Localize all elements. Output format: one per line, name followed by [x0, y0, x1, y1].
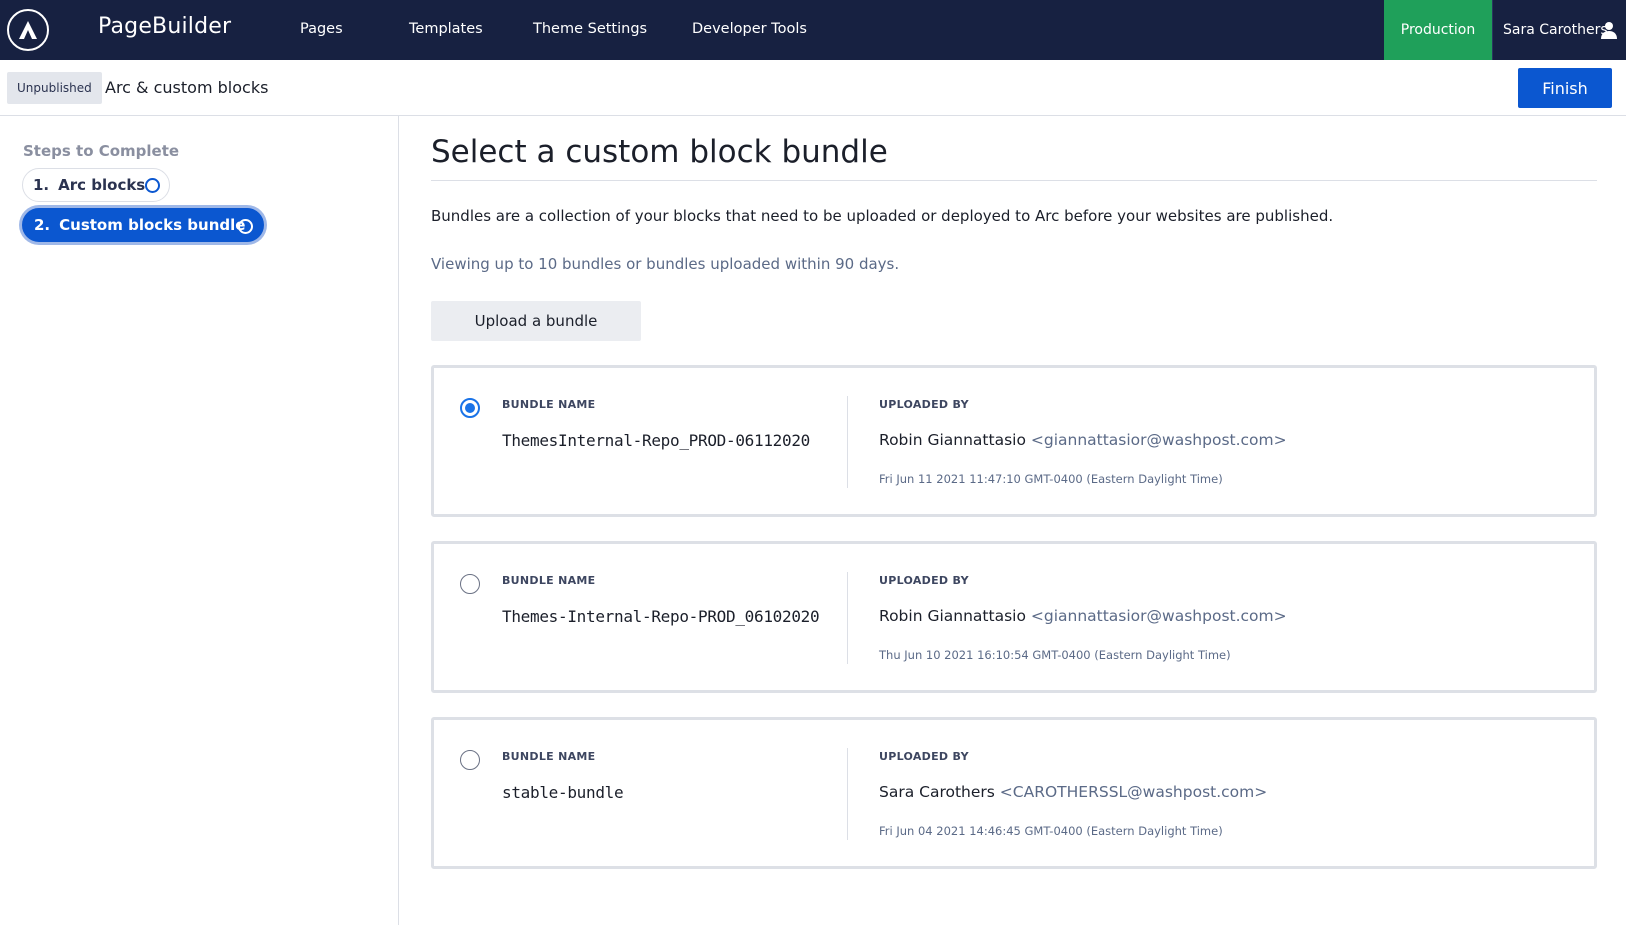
uploaded-by-label: UPLOADED BY — [879, 398, 969, 411]
uploader-email: <giannattasior@washpost.com> — [1030, 607, 1287, 625]
bundle-radio[interactable] — [460, 750, 480, 770]
bundle-card[interactable]: BUNDLE NAME stable-bundle UPLOADED BY Sa… — [431, 717, 1597, 869]
top-nav: PageBuilder Pages Templates Theme Settin… — [0, 0, 1626, 60]
step-arc-blocks[interactable]: 1. Arc blocks — [22, 168, 170, 202]
bundle-name: Themes-Internal-Repo-PROD_06102020 — [502, 607, 820, 626]
uploader-name: Sara Carothers — [879, 783, 995, 801]
step-status-icon — [238, 219, 253, 234]
uploader: Sara Carothers <CAROTHERSSL@washpost.com… — [879, 783, 1267, 801]
card-divider — [847, 748, 848, 840]
step-number: 1. — [33, 176, 50, 194]
uploader: Robin Giannattasio <giannattasior@washpo… — [879, 607, 1287, 625]
step-label: Arc blocks — [58, 176, 146, 194]
uploader-name: Robin Giannattasio — [879, 607, 1026, 625]
finish-button[interactable]: Finish — [1518, 68, 1612, 108]
app-title: PageBuilder — [98, 14, 232, 39]
upload-timestamp: Fri Jun 11 2021 11:47:10 GMT-0400 (Easte… — [879, 472, 1223, 486]
environment-badge[interactable]: Production — [1384, 0, 1492, 60]
status-badge: Unpublished — [7, 72, 102, 104]
upload-timestamp: Thu Jun 10 2021 16:10:54 GMT-0400 (Easte… — [879, 648, 1231, 662]
upload-timestamp: Fri Jun 04 2021 14:46:45 GMT-0400 (Easte… — [879, 824, 1223, 838]
arc-logo-icon[interactable] — [7, 9, 49, 51]
page-name: Arc & custom blocks — [105, 78, 269, 97]
steps-sidebar: Steps to Complete 1. Arc blocks 2. Custo… — [0, 116, 399, 925]
page-title: Select a custom block bundle — [431, 134, 888, 170]
bundle-radio[interactable] — [460, 574, 480, 594]
step-number: 2. — [34, 216, 51, 234]
nav-item-developer-tools[interactable]: Developer Tools — [692, 21, 807, 37]
bundle-name-label: BUNDLE NAME — [502, 398, 596, 411]
user-icon — [1601, 22, 1617, 39]
uploader-name: Robin Giannattasio — [879, 431, 1026, 449]
bundle-name-label: BUNDLE NAME — [502, 750, 596, 763]
step-custom-blocks-bundle[interactable]: 2. Custom blocks bundle — [22, 208, 264, 242]
steps-title: Steps to Complete — [23, 142, 180, 160]
upload-bundle-button[interactable]: Upload a bundle — [431, 301, 641, 341]
uploader-email: <giannattasior@washpost.com> — [1030, 431, 1287, 449]
card-divider — [847, 572, 848, 664]
bundle-radio[interactable] — [460, 398, 480, 418]
uploaded-by-label: UPLOADED BY — [879, 574, 969, 587]
uploader: Robin Giannattasio <giannattasior@washpo… — [879, 431, 1287, 449]
nav-item-theme-settings[interactable]: Theme Settings — [533, 21, 647, 37]
bundle-card[interactable]: BUNDLE NAME ThemesInternal-Repo_PROD-061… — [431, 365, 1597, 517]
bundle-name: ThemesInternal-Repo_PROD-06112020 — [502, 431, 810, 450]
card-divider — [847, 396, 848, 488]
nav-item-pages[interactable]: Pages — [300, 21, 343, 37]
uploaded-by-label: UPLOADED BY — [879, 750, 969, 763]
description: Bundles are a collection of your blocks … — [431, 207, 1334, 225]
bundle-card[interactable]: BUNDLE NAME Themes-Internal-Repo-PROD_06… — [431, 541, 1597, 693]
bundle-name: stable-bundle — [502, 783, 624, 802]
bundle-name-label: BUNDLE NAME — [502, 574, 596, 587]
step-label: Custom blocks bundle — [59, 216, 246, 234]
user-name: Sara Carothers — [1503, 22, 1608, 38]
sub-description: Viewing up to 10 bundles or bundles uplo… — [431, 255, 900, 273]
page-header: Unpublished Arc & custom blocks Finish — [0, 60, 1626, 116]
title-divider — [431, 180, 1597, 181]
uploader-email: <CAROTHERSSL@washpost.com> — [999, 783, 1268, 801]
nav-item-templates[interactable]: Templates — [409, 21, 483, 37]
step-status-icon — [145, 178, 160, 193]
